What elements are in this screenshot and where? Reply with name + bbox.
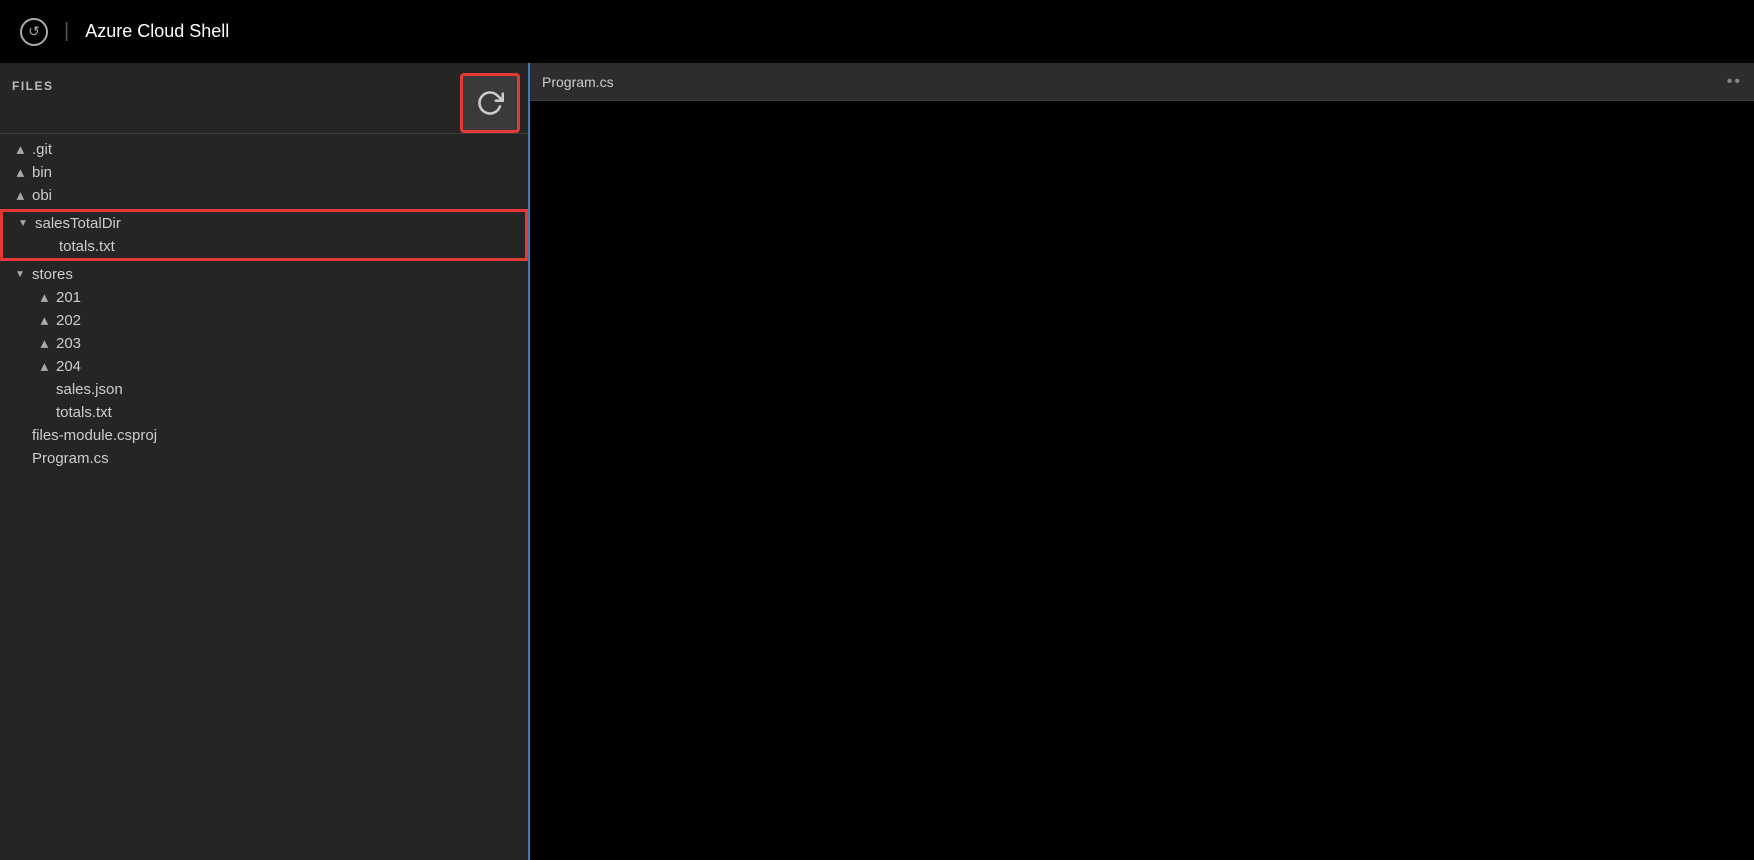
list-item[interactable]: ▶ .git — [0, 138, 528, 161]
sidebar: FILES ▶ .git ▶ bin — [0, 63, 530, 860]
file-label: 202 — [56, 312, 81, 329]
file-label: 204 — [56, 358, 81, 375]
refresh-area — [452, 63, 528, 133]
list-item[interactable]: ▶ files-module.csproj — [0, 424, 528, 447]
file-label: Program.cs — [32, 450, 109, 467]
files-header: FILES — [12, 79, 54, 93]
chevron-down-icon: ▼ — [15, 216, 31, 232]
chevron-right-icon: ▶ — [36, 313, 52, 329]
main-content: FILES ▶ .git ▶ bin — [0, 63, 1754, 860]
list-item[interactable]: ▶ 204 — [0, 355, 528, 378]
file-label: sales.json — [56, 381, 123, 398]
file-tree: ▶ .git ▶ bin ▶ obi ▼ salesTotalDir ▶ — [0, 134, 528, 860]
editor-tab[interactable]: Program.cs — [542, 74, 614, 90]
list-item[interactable]: ▶ 203 — [0, 332, 528, 355]
more-options-icon[interactable]: •• — [1727, 73, 1742, 91]
list-item[interactable]: ▼ salesTotalDir — [3, 212, 525, 235]
sidebar-top-area: FILES — [0, 63, 528, 134]
app-title: Azure Cloud Shell — [85, 21, 229, 42]
list-item[interactable]: ▶ obi — [0, 184, 528, 207]
file-label: bin — [32, 164, 52, 181]
editor-content — [530, 101, 1754, 860]
tab-label: Program.cs — [542, 74, 614, 90]
highlighted-section: ▼ salesTotalDir ▶ totals.txt — [0, 209, 528, 261]
list-item[interactable]: ▶ bin — [0, 161, 528, 184]
shell-icon: ↺ — [20, 18, 48, 46]
chevron-right-icon: ▶ — [36, 359, 52, 375]
title-bar: ↺ | Azure Cloud Shell — [0, 0, 1754, 63]
file-label: stores — [32, 266, 73, 283]
file-label: totals.txt — [59, 238, 115, 255]
file-label: files-module.csproj — [32, 427, 157, 444]
chevron-right-icon: ▶ — [36, 290, 52, 306]
sidebar-label-area: FILES — [0, 63, 452, 103]
list-item[interactable]: ▶ sales.json — [0, 378, 528, 401]
list-item[interactable]: ▶ 202 — [0, 309, 528, 332]
list-item[interactable]: ▶ totals.txt — [3, 235, 525, 258]
chevron-right-icon: ▶ — [12, 188, 28, 204]
refresh-button[interactable] — [460, 73, 520, 133]
chevron-right-icon: ▶ — [36, 336, 52, 352]
chevron-right-icon: ▶ — [12, 142, 28, 158]
list-item[interactable]: ▶ Program.cs — [0, 447, 528, 470]
chevron-right-icon: ▶ — [12, 165, 28, 181]
file-label: obi — [32, 187, 52, 204]
editor-tab-bar: Program.cs •• — [530, 63, 1754, 101]
list-item[interactable]: ▶ totals.txt — [0, 401, 528, 424]
file-label: 201 — [56, 289, 81, 306]
file-label: totals.txt — [56, 404, 112, 421]
list-item[interactable]: ▼ stores — [0, 263, 528, 286]
editor-area: Program.cs •• — [530, 63, 1754, 860]
chevron-down-icon: ▼ — [12, 267, 28, 283]
file-label: 203 — [56, 335, 81, 352]
file-label: salesTotalDir — [35, 215, 121, 232]
file-label: .git — [32, 141, 52, 158]
list-item[interactable]: ▶ 201 — [0, 286, 528, 309]
title-separator: | — [64, 20, 69, 43]
